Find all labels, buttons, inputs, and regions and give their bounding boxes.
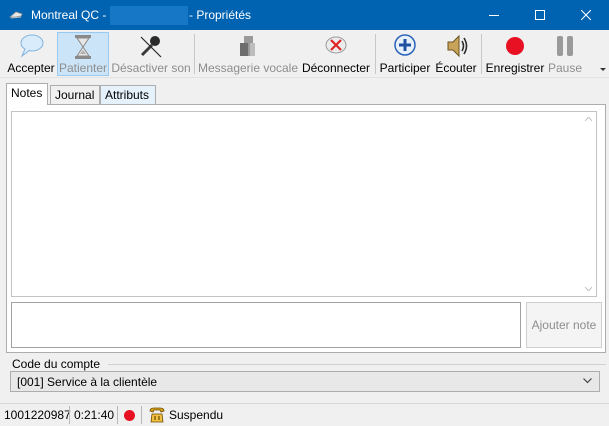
speech-bubble-icon bbox=[20, 34, 44, 58]
record-icon bbox=[506, 37, 524, 55]
tab-attributes-label: Attributs bbox=[105, 88, 150, 102]
tab-notes-label: Notes bbox=[11, 86, 43, 100]
hold-label: Patienter bbox=[58, 61, 108, 75]
record-label: Enregistrer bbox=[485, 61, 545, 75]
account-code-value: [001] Service à la clientèle bbox=[17, 375, 158, 389]
tab-notes[interactable]: Notes bbox=[6, 83, 48, 105]
record-button[interactable]: Enregistrer bbox=[485, 32, 545, 76]
window-title-suffix: - Propriétés bbox=[189, 8, 252, 22]
minimize-button[interactable] bbox=[471, 0, 517, 30]
status-bar: 1001220987 0:21:40 Suspendu bbox=[0, 403, 609, 426]
call-duration: 0:21:40 bbox=[74, 408, 115, 422]
notes-panel: Ajouter note bbox=[6, 104, 606, 353]
chevron-down-icon bbox=[583, 378, 592, 384]
title-bar: Montreal QC - - Propriétés bbox=[0, 0, 609, 30]
tab-journal-label: Journal bbox=[55, 88, 95, 102]
mute-button[interactable]: Désactiver son bbox=[111, 32, 191, 76]
hourglass-icon bbox=[75, 34, 91, 59]
status-separator bbox=[141, 406, 142, 424]
phone-app-icon bbox=[9, 11, 23, 19]
voicemail-label: Messagerie vocale bbox=[197, 61, 299, 75]
toolbar-separator bbox=[481, 34, 482, 74]
maximize-icon bbox=[535, 10, 545, 20]
minimize-icon bbox=[489, 15, 499, 16]
status-separator bbox=[117, 406, 118, 424]
close-icon bbox=[581, 10, 591, 20]
close-button[interactable] bbox=[563, 0, 609, 30]
status-separator bbox=[69, 406, 70, 424]
recording-indicator-icon bbox=[124, 410, 135, 421]
mute-label: Désactiver son bbox=[111, 61, 191, 75]
voicemail-button[interactable]: Messagerie vocale bbox=[198, 32, 298, 76]
notes-scrollbar[interactable] bbox=[581, 112, 596, 296]
plus-circle-icon bbox=[394, 34, 416, 56]
toolbar-overflow-icon[interactable] bbox=[599, 64, 607, 72]
accept-button[interactable]: Accepter bbox=[5, 32, 57, 76]
toolbar-separator bbox=[194, 34, 195, 74]
notes-history-area[interactable] bbox=[11, 111, 597, 297]
listen-label: Écouter bbox=[435, 61, 477, 75]
account-group-line bbox=[108, 364, 606, 365]
disconnect-icon bbox=[325, 36, 347, 54]
scroll-up-icon[interactable] bbox=[585, 117, 592, 121]
pause-icon bbox=[557, 36, 573, 56]
account-code-label: Code du compte bbox=[12, 357, 101, 371]
disconnect-label: Déconnecter bbox=[301, 61, 371, 75]
hold-button[interactable]: Patienter bbox=[57, 32, 109, 76]
tab-attributes[interactable]: Attributs bbox=[100, 85, 156, 105]
listen-button[interactable]: Écouter bbox=[433, 32, 479, 76]
call-id: 1001220987 bbox=[4, 408, 71, 422]
account-code-select[interactable]: [001] Service à la clientèle bbox=[10, 371, 600, 392]
maximize-button[interactable] bbox=[517, 0, 563, 30]
add-note-label: Ajouter note bbox=[531, 318, 597, 332]
speaker-icon bbox=[447, 34, 468, 58]
join-label: Participer bbox=[379, 61, 431, 75]
tab-journal[interactable]: Journal bbox=[50, 85, 100, 105]
disconnect-button[interactable]: Déconnecter bbox=[300, 32, 372, 76]
redacted-caller bbox=[110, 6, 188, 25]
pause-label: Pause bbox=[547, 61, 583, 75]
phone-hold-icon bbox=[149, 407, 165, 423]
call-toolbar: Accepter Patienter Désactiver son Messag… bbox=[0, 30, 609, 78]
window-title: Montreal QC - bbox=[31, 8, 107, 22]
pause-button[interactable]: Pause bbox=[546, 32, 584, 76]
scroll-down-icon[interactable] bbox=[585, 287, 592, 291]
add-note-button[interactable]: Ajouter note bbox=[526, 302, 602, 348]
accept-label: Accepter bbox=[7, 61, 55, 75]
voicemail-icon bbox=[240, 36, 255, 56]
join-button[interactable]: Participer bbox=[378, 32, 432, 76]
toolbar-separator bbox=[375, 34, 376, 74]
call-state: Suspendu bbox=[169, 408, 224, 422]
microphone-mute-icon bbox=[140, 36, 162, 58]
note-input[interactable] bbox=[11, 302, 521, 348]
